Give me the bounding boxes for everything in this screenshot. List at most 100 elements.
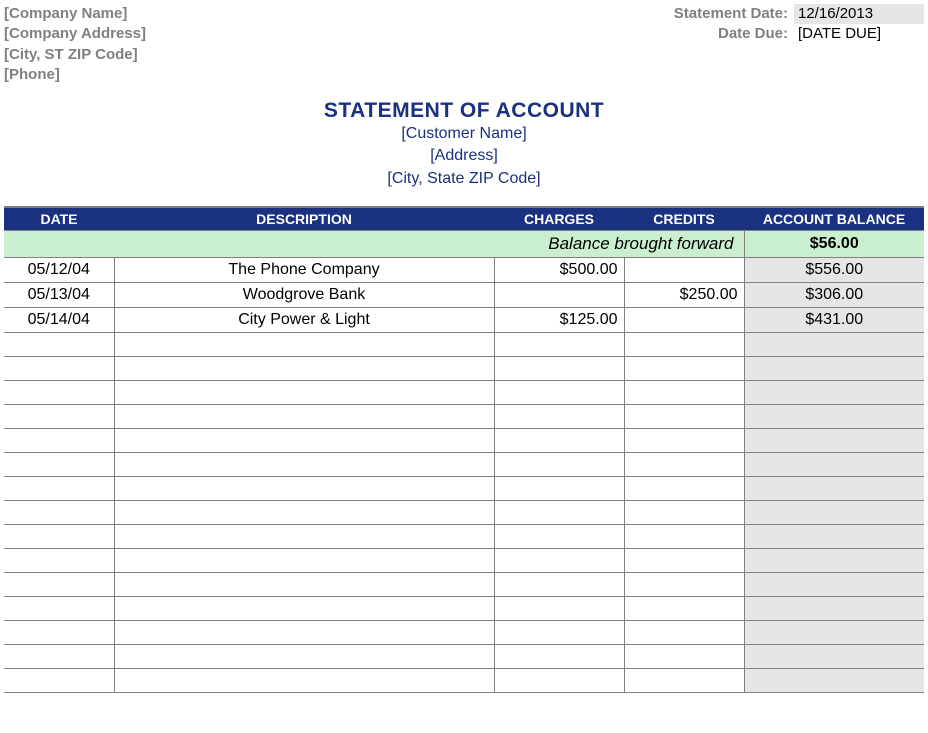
- cell-date: 05/14/04: [4, 308, 114, 333]
- customer-city-state-zip: [City, State ZIP Code]: [4, 168, 924, 190]
- cell-credits: [624, 645, 744, 669]
- cell-balance: $431.00: [744, 308, 924, 333]
- meta-block: Statement Date: 12/16/2013 Date Due: [DA…: [638, 4, 924, 45]
- cell-balance: [744, 453, 924, 477]
- table-row: [4, 453, 924, 477]
- cell-description: [114, 549, 494, 573]
- cell-date: [4, 477, 114, 501]
- cell-credits: [624, 477, 744, 501]
- table-row: 05/12/04The Phone Company$500.00$556.00: [4, 258, 924, 283]
- table-row: [4, 477, 924, 501]
- statement-page: [Company Name] [Company Address] [City, …: [0, 0, 928, 693]
- cell-charges: [494, 283, 624, 308]
- table-row: [4, 429, 924, 453]
- cell-balance: $306.00: [744, 283, 924, 308]
- customer-name: [Customer Name]: [4, 123, 924, 145]
- cell-balance: [744, 501, 924, 525]
- cell-balance: [744, 597, 924, 621]
- cell-balance: [744, 549, 924, 573]
- cell-date: [4, 645, 114, 669]
- cell-balance: [744, 477, 924, 501]
- table-row: [4, 573, 924, 597]
- cell-credits: [624, 258, 744, 283]
- cell-credits: [624, 573, 744, 597]
- cell-date: [4, 669, 114, 693]
- cell-balance: [744, 573, 924, 597]
- table-row: [4, 357, 924, 381]
- table-row: [4, 549, 924, 573]
- cell-balance: [744, 357, 924, 381]
- cell-description: [114, 381, 494, 405]
- col-charges: CHARGES: [494, 207, 624, 231]
- table-row: [4, 525, 924, 549]
- table-row: [4, 669, 924, 693]
- cell-charges: [494, 333, 624, 357]
- cell-description: [114, 525, 494, 549]
- col-balance: ACCOUNT BALANCE: [744, 207, 924, 231]
- table-row: [4, 597, 924, 621]
- date-due-label: Date Due:: [638, 24, 788, 44]
- cell-charges: [494, 477, 624, 501]
- cell-balance: $556.00: [744, 258, 924, 283]
- cell-date: [4, 429, 114, 453]
- cell-charges: [494, 453, 624, 477]
- cell-description: The Phone Company: [114, 258, 494, 283]
- cell-balance: [744, 669, 924, 693]
- cell-description: [114, 501, 494, 525]
- cell-balance: [744, 333, 924, 357]
- header-row: DATE DESCRIPTION CHARGES CREDITS ACCOUNT…: [4, 207, 924, 231]
- cell-balance: [744, 621, 924, 645]
- cell-credits: [624, 381, 744, 405]
- table-row: [4, 501, 924, 525]
- company-address: [Company Address]: [4, 24, 146, 44]
- cell-charges: $125.00: [494, 308, 624, 333]
- company-phone: [Phone]: [4, 65, 146, 85]
- cell-charges: [494, 501, 624, 525]
- cell-credits: [624, 308, 744, 333]
- cell-balance: [744, 645, 924, 669]
- table-row: [4, 381, 924, 405]
- ledger-body: Balance brought forward $56.00 05/12/04T…: [4, 231, 924, 693]
- balance-forward-row: Balance brought forward $56.00: [4, 231, 924, 258]
- cell-description: [114, 429, 494, 453]
- cell-description: [114, 621, 494, 645]
- cell-credits: [624, 525, 744, 549]
- statement-date-label: Statement Date:: [638, 4, 788, 24]
- cell-description: Woodgrove Bank: [114, 283, 494, 308]
- cell-credits: [624, 669, 744, 693]
- cell-charges: [494, 597, 624, 621]
- cell-credits: [624, 405, 744, 429]
- table-row: [4, 333, 924, 357]
- col-credits: CREDITS: [624, 207, 744, 231]
- cell-balance: [744, 429, 924, 453]
- date-due-value: [DATE DUE]: [794, 24, 924, 44]
- cell-balance: [744, 381, 924, 405]
- statement-title: STATEMENT OF ACCOUNT: [4, 99, 924, 123]
- cell-description: [114, 405, 494, 429]
- cell-date: [4, 357, 114, 381]
- ledger-table: DATE DESCRIPTION CHARGES CREDITS ACCOUNT…: [4, 206, 924, 693]
- cell-credits: $250.00: [624, 283, 744, 308]
- company-block: [Company Name] [Company Address] [City, …: [4, 4, 146, 85]
- statement-date-line: Statement Date: 12/16/2013: [638, 4, 924, 24]
- cell-description: [114, 669, 494, 693]
- cell-charges: [494, 429, 624, 453]
- cell-description: [114, 573, 494, 597]
- cell-date: [4, 333, 114, 357]
- cell-balance: [744, 525, 924, 549]
- cell-description: City Power & Light: [114, 308, 494, 333]
- cell-date: [4, 405, 114, 429]
- table-row: 05/14/04City Power & Light$125.00 $431.00: [4, 308, 924, 333]
- cell-balance: [744, 405, 924, 429]
- cell-description: [114, 645, 494, 669]
- table-row: [4, 405, 924, 429]
- company-name: [Company Name]: [4, 4, 146, 24]
- cell-charges: [494, 381, 624, 405]
- company-city-st-zip: [City, ST ZIP Code]: [4, 45, 146, 65]
- statement-date-value: 12/16/2013: [794, 4, 924, 24]
- cell-charges: $500.00: [494, 258, 624, 283]
- cell-charges: [494, 405, 624, 429]
- cell-description: [114, 477, 494, 501]
- cell-description: [114, 453, 494, 477]
- cell-credits: [624, 429, 744, 453]
